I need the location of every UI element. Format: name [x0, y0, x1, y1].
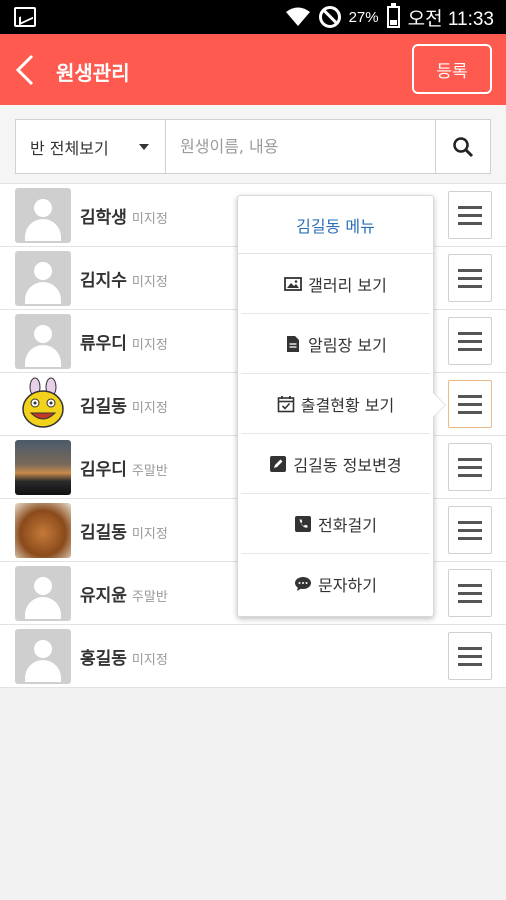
- menu-item-attendance[interactable]: 출결현황 보기: [241, 374, 430, 434]
- student-class: 미지정: [131, 653, 168, 668]
- status-bar: 27% 오전 11:33: [0, 0, 506, 34]
- back-button[interactable]: [10, 52, 44, 88]
- student-class: 미지정: [131, 212, 168, 227]
- do-not-disturb-icon: [318, 6, 341, 28]
- menu-item-label: 갤러리 보기: [308, 275, 387, 295]
- menu-item-gallery[interactable]: 갤러리 보기: [241, 254, 430, 314]
- menu-item-notice[interactable]: 알림장 보기: [241, 314, 430, 374]
- gallery-icon: [14, 7, 36, 27]
- student-name: 김길동: [80, 523, 127, 543]
- menu-item-label: 전화걸기: [318, 515, 377, 535]
- student-class: 미지정: [131, 338, 168, 353]
- popup-title: 김길동 메뉴: [238, 196, 433, 254]
- row-menu-button[interactable]: [448, 632, 492, 680]
- menu-item-label: 알림장 보기: [308, 335, 387, 355]
- caret-down-icon: [139, 144, 149, 150]
- battery-percent: 27%: [348, 8, 379, 26]
- cartoon-avatar-icon: [22, 377, 64, 428]
- menu-item-call[interactable]: 전화걸기: [241, 494, 430, 554]
- avatar: [15, 440, 71, 495]
- menu-item-label: 문자하기: [318, 576, 377, 595]
- app-bar: 원생관리 등록: [0, 34, 506, 105]
- search-input[interactable]: [166, 120, 435, 173]
- menu-item-edit-info[interactable]: 김길동 정보변경: [241, 434, 430, 494]
- student-class: 미지정: [131, 275, 168, 290]
- chevron-left-icon: [15, 54, 34, 86]
- avatar: [15, 188, 71, 243]
- row-menu-button[interactable]: [448, 317, 492, 365]
- row-menu-button[interactable]: [448, 380, 492, 428]
- image-icon: [284, 275, 303, 293]
- student-class: 주말반: [131, 464, 168, 479]
- register-button[interactable]: 등록: [412, 44, 492, 94]
- avatar: [15, 566, 71, 621]
- list-item[interactable]: 홍길동 미지정: [0, 625, 506, 688]
- student-class: 주말반: [131, 590, 168, 605]
- student-name: 김지수: [80, 271, 127, 291]
- battery-icon: [386, 3, 400, 28]
- calendar-check-icon: [277, 395, 295, 413]
- menu-item-label: 출결현황 보기: [300, 395, 395, 415]
- search-bar: 반 전체보기: [0, 105, 506, 184]
- avatar: [15, 377, 71, 432]
- search-button[interactable]: [435, 120, 490, 173]
- menu-item-message[interactable]: 문자하기: [241, 554, 430, 614]
- chat-icon: [294, 575, 312, 593]
- document-icon: [284, 335, 302, 353]
- avatar: [15, 251, 71, 306]
- student-menu-popup: 김길동 메뉴 갤러리 보기 알림장 보기 출결현황 보기 김길동 정보변경 전화…: [237, 195, 434, 617]
- page-title: 원생관리: [56, 61, 130, 85]
- phone-icon: [294, 515, 312, 533]
- class-filter-dropdown[interactable]: 반 전체보기: [16, 120, 166, 173]
- avatar: [15, 314, 71, 369]
- student-name: 김학생: [80, 208, 127, 228]
- status-time: 오전 11:33: [407, 8, 494, 30]
- student-name: 류우디: [80, 334, 127, 354]
- row-menu-button[interactable]: [448, 443, 492, 491]
- avatar: [15, 503, 71, 558]
- popup-pointer: [433, 393, 445, 417]
- student-name: 유지윤: [80, 586, 127, 606]
- menu-item-label: 김길동 정보변경: [293, 455, 402, 475]
- student-name: 김길동: [80, 397, 127, 417]
- row-menu-button[interactable]: [448, 254, 492, 302]
- class-filter-value: 반 전체보기: [30, 138, 109, 158]
- student-name: 홍길동: [80, 649, 127, 669]
- row-menu-button[interactable]: [448, 506, 492, 554]
- student-class: 미지정: [131, 401, 168, 416]
- wifi-icon: [285, 6, 311, 28]
- avatar: [15, 629, 71, 684]
- row-menu-button[interactable]: [448, 569, 492, 617]
- edit-icon: [269, 455, 287, 473]
- row-menu-button[interactable]: [448, 191, 492, 239]
- student-class: 미지정: [131, 527, 168, 542]
- search-icon: [453, 136, 474, 157]
- student-name: 김우디: [80, 460, 127, 480]
